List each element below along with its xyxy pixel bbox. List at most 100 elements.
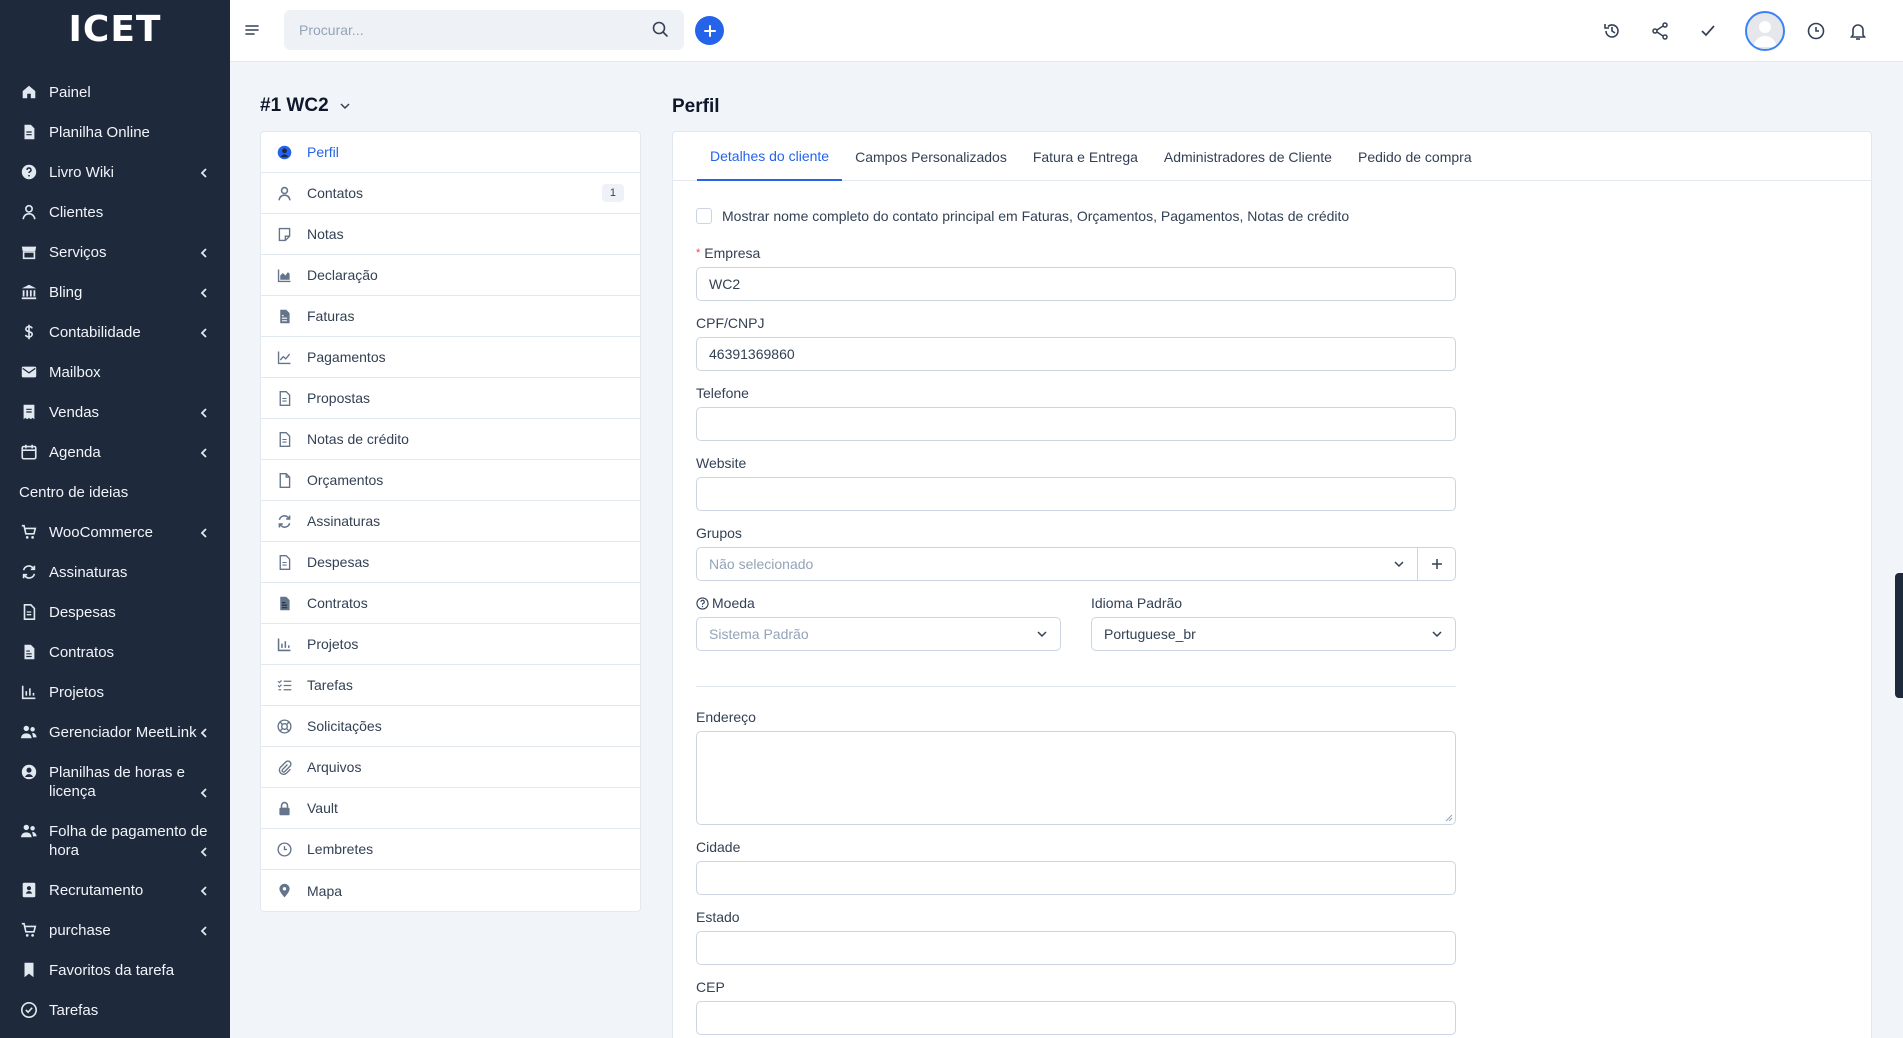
chevron-left-icon[interactable] <box>198 845 210 857</box>
sidebar-item-woocommerce[interactable]: WooCommerce <box>0 512 230 552</box>
sidebar-item-planilha-online[interactable]: Planilha Online <box>0 112 230 152</box>
sidebar-item-clientes[interactable]: Clientes <box>0 192 230 232</box>
subnav-item-despesas[interactable]: Despesas <box>261 542 640 583</box>
help-circle-icon[interactable] <box>696 596 709 610</box>
sidebar-item-vendas[interactable]: Vendas <box>0 392 230 432</box>
search-icon[interactable] <box>651 20 669 41</box>
search-bar[interactable]: Procurar... <box>284 10 684 50</box>
resize-handle-icon[interactable] <box>1445 814 1453 822</box>
subnav-item-notas[interactable]: Notas <box>261 214 640 255</box>
clock-icon[interactable] <box>1805 20 1827 42</box>
subnav-item-arquivos[interactable]: Arquivos <box>261 747 640 788</box>
chevron-left-icon[interactable] <box>198 286 210 298</box>
client-selector[interactable]: #1 WC2 <box>260 95 351 117</box>
subnav-item-lembretes[interactable]: Lembretes <box>261 829 640 870</box>
quick-add-button[interactable] <box>695 16 724 45</box>
subnav-item-declara-o[interactable]: Declaração <box>261 255 640 296</box>
user-avatar[interactable] <box>1745 11 1785 51</box>
subnav-item-contatos[interactable]: Contatos 1 <box>261 173 640 214</box>
sidebar-item-gerenciador-meetlink[interactable]: Gerenciador MeetLink <box>0 712 230 752</box>
chevron-left-icon[interactable] <box>198 326 210 338</box>
idioma-select[interactable]: Portuguese_br <box>1091 617 1456 651</box>
subnav-item-tarefas[interactable]: Tarefas <box>261 665 640 706</box>
subnav-item-propostas[interactable]: Propostas <box>261 378 640 419</box>
subnav-item-perfil[interactable]: Perfil <box>261 132 640 173</box>
sidebar-item-bling[interactable]: Bling <box>0 272 230 312</box>
app-logo[interactable]: ICET <box>0 0 230 58</box>
menu-toggle-icon[interactable] <box>244 22 260 38</box>
search-input[interactable]: Procurar... <box>299 22 651 38</box>
sidebar-item-projetos[interactable]: Projetos <box>0 672 230 712</box>
sidebar-item-purchase[interactable]: purchase <box>0 910 230 950</box>
sidebar-item-tarefas[interactable]: Tarefas <box>0 990 230 1030</box>
add-group-button[interactable] <box>1418 547 1456 581</box>
cidade-input[interactable] <box>696 861 1456 895</box>
moeda-select[interactable]: Sistema Padrão <box>696 617 1061 651</box>
bell-icon[interactable] <box>1847 20 1869 42</box>
sidebar-item-planilhas-de-horas-e-licen-a[interactable]: Planilhas de horas e licença <box>0 752 230 811</box>
sidebar-item-contratos[interactable]: Contratos <box>0 632 230 672</box>
subnav-item-projetos[interactable]: Projetos <box>261 624 640 665</box>
history-icon[interactable] <box>1601 20 1623 42</box>
tab-detalhes-do-cliente[interactable]: Detalhes do cliente <box>697 132 843 181</box>
sidebar-item-favoritos-da-tarefa[interactable]: Favoritos da tarefa <box>0 950 230 990</box>
check-icon[interactable] <box>1697 20 1719 42</box>
chevron-left-icon[interactable] <box>198 246 210 258</box>
show-contact-name-option[interactable]: Mostrar nome completo do contato princip… <box>696 208 1456 224</box>
subnav-item-label: Perfil <box>307 144 339 160</box>
tab-fatura-e-entrega[interactable]: Fatura e Entrega <box>1020 132 1151 181</box>
chevron-left-icon[interactable] <box>198 884 210 896</box>
sidebar-item-despesas[interactable]: Despesas <box>0 592 230 632</box>
sidebar-item-assinaturas[interactable]: Assinaturas <box>0 552 230 592</box>
subnav-item-vault[interactable]: Vault <box>261 788 640 829</box>
endereco-textarea[interactable] <box>696 731 1456 825</box>
sidebar-item-painel[interactable]: Painel <box>0 72 230 112</box>
blank-file-icon <box>275 471 293 489</box>
idioma-field-group: Idioma Padrão Portuguese_br <box>1091 595 1456 651</box>
sidebar-item-contabilidade[interactable]: Contabilidade <box>0 312 230 352</box>
tab-pedido-de-compra[interactable]: Pedido de compra <box>1345 132 1485 181</box>
tab-campos-personalizados[interactable]: Campos Personalizados <box>842 132 1020 181</box>
file-text-icon <box>19 602 39 622</box>
subnav-item-solicita-es[interactable]: Solicitações <box>261 706 640 747</box>
chevron-left-icon[interactable] <box>198 526 210 538</box>
sidebar-item-centro-de-ideias[interactable]: Centro de ideias <box>0 472 230 512</box>
chevron-left-icon[interactable] <box>198 406 210 418</box>
subnav-item-or-amentos[interactable]: Orçamentos <box>261 460 640 501</box>
sidebar-item-recrutamento[interactable]: Recrutamento <box>0 870 230 910</box>
estado-input[interactable] <box>696 931 1456 965</box>
subnav-item-faturas[interactable]: Faturas <box>261 296 640 337</box>
show-contact-name-checkbox[interactable] <box>696 208 712 224</box>
chevron-left-icon[interactable] <box>198 924 210 936</box>
sidebar-menu: Painel Planilha Online Livro Wiki Clientes S… <box>0 58 230 1030</box>
subnav-item-assinaturas[interactable]: Assinaturas <box>261 501 640 542</box>
empresa-input[interactable]: WC2 <box>696 267 1456 301</box>
cep-input[interactable] <box>696 1001 1456 1035</box>
lock-icon <box>275 799 293 817</box>
chevron-down-icon[interactable] <box>339 100 351 112</box>
side-widget-tab[interactable] <box>1895 573 1903 698</box>
share-icon[interactable] <box>1649 20 1671 42</box>
subnav-item-pagamentos[interactable]: Pagamentos <box>261 337 640 378</box>
chevron-left-icon[interactable] <box>198 166 210 178</box>
sidebar-item-livro-wiki[interactable]: Livro Wiki <box>0 152 230 192</box>
receipt-icon <box>19 402 39 422</box>
chevron-left-icon[interactable] <box>198 446 210 458</box>
subnav-item-contratos[interactable]: Contratos <box>261 583 640 624</box>
sidebar-item-agenda[interactable]: Agenda <box>0 432 230 472</box>
website-label: Website <box>696 455 747 471</box>
tab-administradores-de-cliente[interactable]: Administradores de Cliente <box>1151 132 1345 181</box>
cpf-input[interactable]: 46391369860 <box>696 337 1456 371</box>
website-input[interactable] <box>696 477 1456 511</box>
sidebar-item-label: Favoritos da tarefa <box>49 962 175 979</box>
subnav-item-notas-de-cr-dito[interactable]: Notas de crédito <box>261 419 640 460</box>
sidebar-item-folha-de-pagamento-de-hora[interactable]: Folha de pagamento de hora <box>0 811 230 870</box>
sidebar-item-servi-os[interactable]: Serviços <box>0 232 230 272</box>
chevron-left-icon[interactable] <box>198 726 210 738</box>
empresa-label: Empresa <box>704 245 761 261</box>
sidebar-item-mailbox[interactable]: Mailbox <box>0 352 230 392</box>
grupos-select[interactable]: Não selecionado <box>696 547 1419 581</box>
subnav-item-mapa[interactable]: Mapa <box>261 870 640 911</box>
chevron-left-icon[interactable] <box>198 786 210 798</box>
telefone-input[interactable] <box>696 407 1456 441</box>
